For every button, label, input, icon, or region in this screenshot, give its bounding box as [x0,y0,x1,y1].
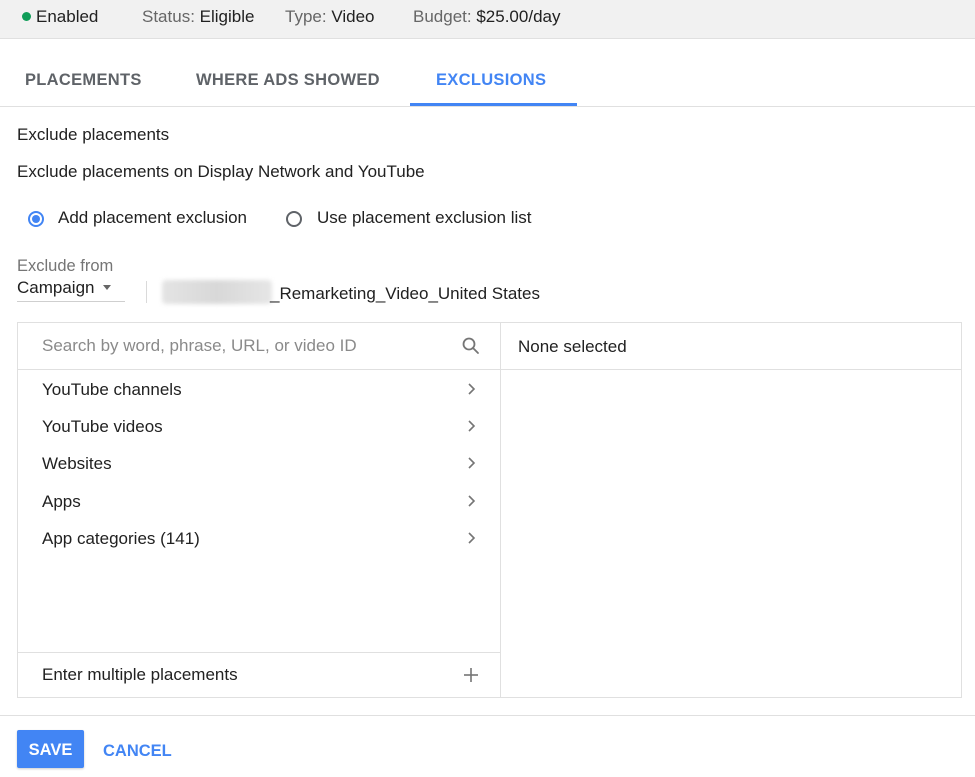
exclude-from-label: Exclude from [17,257,114,275]
panel-divider [500,322,501,698]
radio-use-exclusion-list[interactable] [286,211,302,227]
type-label: Type: [285,7,327,26]
search-divider [18,369,500,370]
enter-multiple-label: Enter multiple placements [42,665,238,684]
section-subtitle: Exclude placements on Display Network an… [17,162,425,181]
search-icon[interactable] [461,336,481,356]
section-title: Exclude placements [17,125,170,144]
chevron-right-icon [468,457,476,469]
status-label: Status: [142,7,195,26]
exclude-from-dropdown[interactable]: Campaign [17,278,111,298]
category-apps[interactable]: Apps [18,484,500,521]
save-button[interactable]: SAVE [17,730,84,768]
plus-icon [464,668,478,682]
cancel-button[interactable]: CANCEL [103,742,172,761]
tab-where-ads-showed[interactable]: WHERE ADS SHOWED [196,71,380,90]
budget-value: $25.00/day [476,7,561,26]
redacted-campaign-prefix [162,280,272,304]
campaign-status-bar: Enabled Status: Eligible Type: Video Bud… [0,0,975,39]
category-websites[interactable]: Websites [18,446,500,483]
radio-add-placement-exclusion[interactable] [28,211,44,227]
radio-add-label[interactable]: Add placement exclusion [58,208,247,228]
active-tab-indicator [410,103,577,106]
chevron-right-icon [468,532,476,544]
chevron-right-icon [468,383,476,395]
none-selected-text: None selected [518,337,627,356]
category-label: App categories (141) [42,529,200,548]
category-label: Apps [42,492,81,511]
enabled-dot-icon [22,12,31,21]
category-label: YouTube channels [42,380,182,399]
category-label: YouTube videos [42,417,163,436]
footer-divider [0,715,975,716]
budget-label: Budget: [413,7,472,26]
type-value: Video [331,7,375,26]
status-field: Status: Eligible [142,6,254,28]
type-field: Type: Video [285,6,375,28]
tab-exclusions[interactable]: EXCLUSIONS [436,71,546,90]
placement-search-input[interactable] [42,333,442,359]
chevron-right-icon [468,495,476,507]
category-label: Websites [42,454,112,473]
placement-tabs: PLACEMENTS WHERE ADS SHOWED EXCLUSIONS [0,39,975,107]
selection-header-divider [501,369,962,370]
enabled-label: Enabled [36,7,99,26]
chevron-down-icon [102,285,111,290]
chevron-right-icon [468,420,476,432]
campaign-name: _Remarketing_Video_United States [270,284,540,303]
category-app-categories[interactable]: App categories (141) [18,521,500,558]
category-youtube-channels[interactable]: YouTube channels [18,372,500,409]
vertical-divider [146,281,147,303]
enter-multiple-placements[interactable]: Enter multiple placements [18,657,500,694]
enabled-status: Enabled [22,6,98,28]
radio-list-label[interactable]: Use placement exclusion list [317,208,531,228]
enter-multiple-divider [18,652,500,653]
budget-field: Budget: $25.00/day [413,6,560,28]
tab-placements[interactable]: PLACEMENTS [25,71,142,90]
dropdown-underline [17,301,125,302]
exclude-from-selected: Campaign [17,278,95,297]
status-value: Eligible [199,7,255,26]
category-youtube-videos[interactable]: YouTube videos [18,409,500,446]
